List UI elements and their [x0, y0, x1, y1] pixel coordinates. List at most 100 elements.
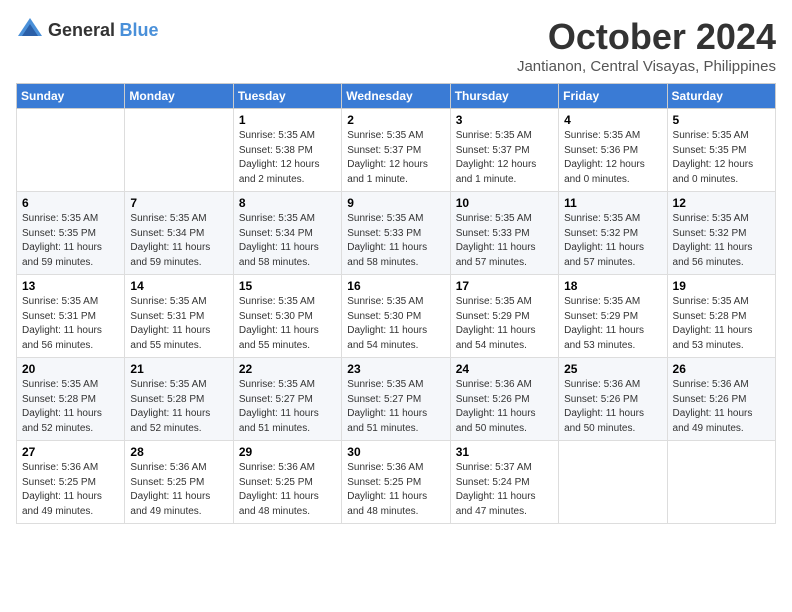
week-row-4: 20 Sunrise: 5:35 AM Sunset: 5:28 PM Dayli… — [17, 358, 776, 441]
day-info: Sunrise: 5:35 AM Sunset: 5:27 PM Dayligh… — [347, 378, 444, 436]
calendar-cell — [667, 441, 775, 524]
calendar-cell: 6Sunrise: 5:35 AM Sunset: 5:35 PM Daylig… — [17, 192, 125, 275]
calendar-cell: 12 Sunrise: 5:35 AM Sunset: 5:32 PM Dayli… — [667, 192, 775, 275]
day-number: 20 — [22, 362, 119, 376]
day-number: 26 — [673, 362, 770, 376]
day-info: Sunrise: 5:35 AM Sunset: 5:37 PM Dayligh… — [347, 129, 444, 187]
day-info: Sunrise: 5:35 AM Sunset: 5:31 PM Dayligh… — [22, 295, 119, 353]
day-number: 14 — [130, 279, 227, 293]
logo: General Blue — [16, 16, 159, 44]
calendar-cell: 20 Sunrise: 5:35 AM Sunset: 5:28 PM Dayli… — [17, 358, 125, 441]
day-info: Sunrise: 5:35 AM Sunset: 5:28 PM Dayligh… — [673, 295, 770, 353]
day-info: Sunrise: 5:35 AM Sunset: 5:34 PM Dayligh… — [130, 212, 227, 270]
day-number: 31 — [456, 445, 553, 459]
calendar-cell: 10Sunrise: 5:35 AM Sunset: 5:33 PM Dayli… — [450, 192, 558, 275]
calendar-cell: 31 Sunrise: 5:37 AM Sunset: 5:24 PM Dayli… — [450, 441, 558, 524]
calendar-cell: 24 Sunrise: 5:36 AM Sunset: 5:26 PM Dayli… — [450, 358, 558, 441]
calendar-cell: 18 Sunrise: 5:35 AM Sunset: 5:29 PM Dayli… — [559, 275, 667, 358]
calendar-cell: 15Sunrise: 5:35 AM Sunset: 5:30 PM Dayli… — [233, 275, 341, 358]
calendar-table: SundayMondayTuesdayWednesdayThursdayFrid… — [16, 83, 776, 524]
calendar-cell: 30Sunrise: 5:36 AM Sunset: 5:25 PM Dayli… — [342, 441, 450, 524]
day-number: 9 — [347, 196, 444, 210]
logo-general: General — [48, 20, 115, 40]
day-info: Sunrise: 5:35 AM Sunset: 5:27 PM Dayligh… — [239, 378, 336, 436]
calendar-cell: 11 Sunrise: 5:35 AM Sunset: 5:32 PM Dayli… — [559, 192, 667, 275]
calendar-cell: 8 Sunrise: 5:35 AM Sunset: 5:34 PM Daylig… — [233, 192, 341, 275]
weekday-tuesday: Tuesday — [233, 84, 341, 109]
day-number: 12 — [673, 196, 770, 210]
calendar-cell: 1Sunrise: 5:35 AM Sunset: 5:38 PM Daylig… — [233, 109, 341, 192]
calendar-body: 1Sunrise: 5:35 AM Sunset: 5:38 PM Daylig… — [17, 109, 776, 524]
day-info: Sunrise: 5:35 AM Sunset: 5:38 PM Dayligh… — [239, 129, 336, 187]
day-info: Sunrise: 5:35 AM Sunset: 5:30 PM Dayligh… — [239, 295, 336, 353]
calendar-cell: 29 Sunrise: 5:36 AM Sunset: 5:25 PM Dayli… — [233, 441, 341, 524]
page-header: General Blue October 2024 Jantianon, Cen… — [16, 16, 776, 75]
weekday-sunday: Sunday — [17, 84, 125, 109]
weekday-friday: Friday — [559, 84, 667, 109]
weekday-header-row: SundayMondayTuesdayWednesdayThursdayFrid… — [17, 84, 776, 109]
calendar-cell: 7 Sunrise: 5:35 AM Sunset: 5:34 PM Daylig… — [125, 192, 233, 275]
calendar-cell — [559, 441, 667, 524]
title-block: October 2024 Jantianon, Central Visayas,… — [517, 16, 776, 75]
day-info: Sunrise: 5:35 AM Sunset: 5:31 PM Dayligh… — [130, 295, 227, 353]
day-info: Sunrise: 5:35 AM Sunset: 5:34 PM Dayligh… — [239, 212, 336, 270]
day-number: 27 — [22, 445, 119, 459]
day-info: Sunrise: 5:35 AM Sunset: 5:32 PM Dayligh… — [564, 212, 661, 270]
calendar-cell — [17, 109, 125, 192]
week-row-3: 13 Sunrise: 5:35 AM Sunset: 5:31 PM Dayli… — [17, 275, 776, 358]
day-number: 8 — [239, 196, 336, 210]
week-row-5: 27 Sunrise: 5:36 AM Sunset: 5:25 PM Dayli… — [17, 441, 776, 524]
day-number: 3 — [456, 113, 553, 127]
day-info: Sunrise: 5:35 AM Sunset: 5:28 PM Dayligh… — [130, 378, 227, 436]
calendar-cell: 28 Sunrise: 5:36 AM Sunset: 5:25 PM Dayli… — [125, 441, 233, 524]
day-number: 7 — [130, 196, 227, 210]
day-info: Sunrise: 5:37 AM Sunset: 5:24 PM Dayligh… — [456, 461, 553, 519]
day-info: Sunrise: 5:36 AM Sunset: 5:26 PM Dayligh… — [456, 378, 553, 436]
day-number: 29 — [239, 445, 336, 459]
day-number: 25 — [564, 362, 661, 376]
day-info: Sunrise: 5:35 AM Sunset: 5:28 PM Dayligh… — [22, 378, 119, 436]
calendar-cell: 19 Sunrise: 5:35 AM Sunset: 5:28 PM Dayli… — [667, 275, 775, 358]
day-info: Sunrise: 5:36 AM Sunset: 5:25 PM Dayligh… — [130, 461, 227, 519]
day-number: 28 — [130, 445, 227, 459]
day-number: 2 — [347, 113, 444, 127]
day-info: Sunrise: 5:35 AM Sunset: 5:32 PM Dayligh… — [673, 212, 770, 270]
day-number: 24 — [456, 362, 553, 376]
logo-blue: Blue — [120, 20, 159, 40]
day-info: Sunrise: 5:35 AM Sunset: 5:35 PM Dayligh… — [22, 212, 119, 270]
weekday-saturday: Saturday — [667, 84, 775, 109]
week-row-2: 6Sunrise: 5:35 AM Sunset: 5:35 PM Daylig… — [17, 192, 776, 275]
day-number: 13 — [22, 279, 119, 293]
day-info: Sunrise: 5:35 AM Sunset: 5:35 PM Dayligh… — [673, 129, 770, 187]
logo-icon — [16, 16, 44, 44]
day-info: Sunrise: 5:35 AM Sunset: 5:33 PM Dayligh… — [347, 212, 444, 270]
calendar-cell: 23 Sunrise: 5:35 AM Sunset: 5:27 PM Dayli… — [342, 358, 450, 441]
day-info: Sunrise: 5:36 AM Sunset: 5:26 PM Dayligh… — [673, 378, 770, 436]
day-info: Sunrise: 5:35 AM Sunset: 5:29 PM Dayligh… — [564, 295, 661, 353]
day-number: 11 — [564, 196, 661, 210]
day-number: 23 — [347, 362, 444, 376]
calendar-cell: 5Sunrise: 5:35 AM Sunset: 5:35 PM Daylig… — [667, 109, 775, 192]
calendar-cell: 9 Sunrise: 5:35 AM Sunset: 5:33 PM Daylig… — [342, 192, 450, 275]
weekday-monday: Monday — [125, 84, 233, 109]
calendar-cell: 22 Sunrise: 5:35 AM Sunset: 5:27 PM Dayli… — [233, 358, 341, 441]
day-number: 16 — [347, 279, 444, 293]
month-title: October 2024 — [517, 16, 776, 58]
calendar-cell: 16Sunrise: 5:35 AM Sunset: 5:30 PM Dayli… — [342, 275, 450, 358]
day-number: 10 — [456, 196, 553, 210]
calendar-cell: 3 Sunrise: 5:35 AM Sunset: 5:37 PM Daylig… — [450, 109, 558, 192]
day-number: 18 — [564, 279, 661, 293]
calendar-cell: 25 Sunrise: 5:36 AM Sunset: 5:26 PM Dayli… — [559, 358, 667, 441]
day-info: Sunrise: 5:36 AM Sunset: 5:26 PM Dayligh… — [564, 378, 661, 436]
calendar-cell: 26 Sunrise: 5:36 AM Sunset: 5:26 PM Dayli… — [667, 358, 775, 441]
day-info: Sunrise: 5:35 AM Sunset: 5:37 PM Dayligh… — [456, 129, 553, 187]
day-info: Sunrise: 5:36 AM Sunset: 5:25 PM Dayligh… — [239, 461, 336, 519]
day-info: Sunrise: 5:36 AM Sunset: 5:25 PM Dayligh… — [22, 461, 119, 519]
calendar-cell: 13 Sunrise: 5:35 AM Sunset: 5:31 PM Dayli… — [17, 275, 125, 358]
calendar-cell: 2 Sunrise: 5:35 AM Sunset: 5:37 PM Daylig… — [342, 109, 450, 192]
day-number: 17 — [456, 279, 553, 293]
day-number: 19 — [673, 279, 770, 293]
calendar-cell: 17Sunrise: 5:35 AM Sunset: 5:29 PM Dayli… — [450, 275, 558, 358]
day-number: 22 — [239, 362, 336, 376]
day-info: Sunrise: 5:36 AM Sunset: 5:25 PM Dayligh… — [347, 461, 444, 519]
